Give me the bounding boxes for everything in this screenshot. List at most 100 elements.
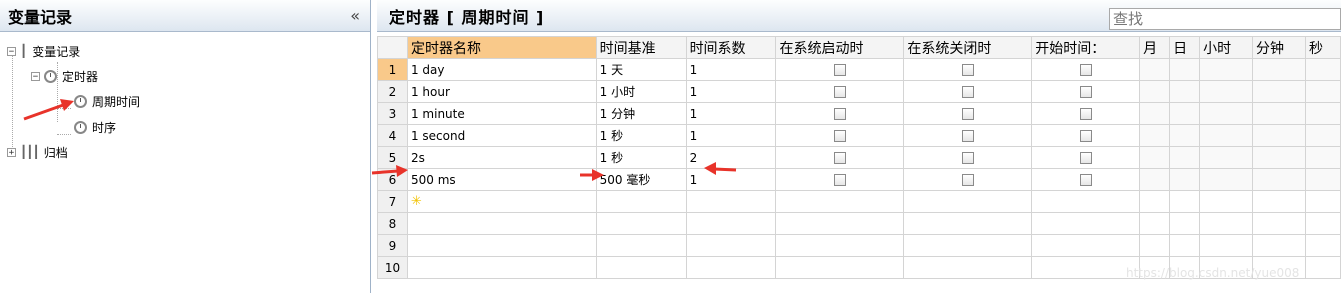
collapse-panel-button[interactable]: «: [350, 6, 360, 25]
empty-cell[interactable]: [595, 256, 687, 279]
empty-cell[interactable]: [685, 234, 777, 257]
minute-cell[interactable]: [1252, 58, 1306, 81]
empty-cell[interactable]: [685, 190, 777, 213]
empty-cell[interactable]: [1304, 212, 1341, 235]
empty-cell[interactable]: [775, 256, 905, 279]
table-row-empty[interactable]: 8: [377, 212, 1341, 235]
empty-cell[interactable]: [1169, 190, 1201, 213]
timer-name-cell[interactable]: 1 day: [406, 58, 597, 81]
column-header-timer-name[interactable]: 定时器名称: [406, 36, 597, 59]
empty-cell[interactable]: [1031, 212, 1141, 235]
new-row-star-icon[interactable]: ✳: [411, 194, 422, 209]
empty-cell[interactable]: [1199, 212, 1254, 235]
on-start-checkbox[interactable]: [833, 64, 846, 76]
empty-cell[interactable]: [685, 212, 777, 235]
collapse-toggle[interactable]: −: [31, 71, 40, 81]
column-header-start-time[interactable]: 开始时间：: [1031, 36, 1141, 59]
day-cell[interactable]: [1169, 58, 1201, 81]
second-cell[interactable]: [1304, 102, 1341, 125]
tree-node-timers[interactable]: − 定时器: [31, 65, 98, 87]
start-time-checkbox[interactable]: [1079, 64, 1092, 76]
empty-cell[interactable]: [406, 256, 597, 279]
table-row[interactable]: 6 500 ms 500 毫秒 1: [377, 168, 1341, 191]
on-start-checkbox[interactable]: [833, 174, 846, 186]
empty-cell[interactable]: [406, 234, 597, 257]
row-number[interactable]: 7: [377, 190, 408, 213]
row-number[interactable]: 5: [377, 146, 408, 169]
empty-cell[interactable]: [1169, 234, 1201, 257]
empty-cell[interactable]: [1304, 234, 1341, 257]
empty-cell[interactable]: [1252, 234, 1306, 257]
start-time-checkbox[interactable]: [1079, 86, 1092, 98]
empty-cell[interactable]: [595, 234, 687, 257]
time-factor-cell[interactable]: 1: [685, 168, 777, 191]
new-row-cell[interactable]: ✳: [406, 190, 597, 213]
empty-cell[interactable]: [1304, 256, 1341, 279]
row-number[interactable]: 9: [377, 234, 408, 257]
column-header-on-start[interactable]: 在系统启动时: [775, 36, 905, 59]
timer-name-cell[interactable]: 1 minute: [406, 102, 597, 125]
empty-cell[interactable]: [1031, 234, 1141, 257]
row-number[interactable]: 2: [377, 80, 408, 103]
empty-cell[interactable]: [595, 212, 687, 235]
timer-name-cell[interactable]: 500 ms: [406, 168, 597, 191]
empty-cell[interactable]: [1139, 234, 1171, 257]
table-row[interactable]: 3 1 minute 1 分钟 1: [377, 102, 1341, 125]
column-header-month[interactable]: 月: [1139, 36, 1171, 59]
on-stop-checkbox[interactable]: [961, 108, 974, 120]
start-time-checkbox[interactable]: [1079, 108, 1092, 120]
row-number[interactable]: 1: [377, 58, 408, 81]
timer-name-cell[interactable]: 2s: [406, 146, 597, 169]
row-number[interactable]: 4: [377, 124, 408, 147]
column-header-second[interactable]: 秒: [1304, 36, 1341, 59]
empty-cell[interactable]: [1169, 212, 1201, 235]
empty-cell[interactable]: [903, 190, 1033, 213]
empty-cell[interactable]: [1139, 190, 1171, 213]
time-base-cell[interactable]: 1 天: [595, 58, 687, 81]
empty-cell[interactable]: [1252, 212, 1306, 235]
second-cell[interactable]: [1304, 58, 1341, 81]
table-row[interactable]: 5 2s 1 秒 2: [377, 146, 1341, 169]
empty-cell[interactable]: [775, 190, 905, 213]
empty-cell[interactable]: [595, 190, 687, 213]
month-cell[interactable]: [1139, 146, 1171, 169]
table-row-new[interactable]: 7 ✳: [377, 190, 1341, 213]
tree-node-archive[interactable]: + ┃┃┃ 归档: [7, 141, 68, 163]
start-time-checkbox[interactable]: [1079, 174, 1092, 186]
tree-node-sequence[interactable]: 时序: [74, 116, 116, 138]
time-base-cell[interactable]: 1 秒: [595, 146, 687, 169]
hour-cell[interactable]: [1199, 124, 1254, 147]
on-stop-checkbox[interactable]: [961, 64, 974, 76]
tree-node-variable-log[interactable]: − ┃ 变量记录: [7, 40, 80, 62]
minute-cell[interactable]: [1252, 124, 1306, 147]
empty-cell[interactable]: [775, 212, 905, 235]
on-stop-checkbox[interactable]: [961, 130, 974, 142]
empty-cell[interactable]: [1252, 190, 1306, 213]
minute-cell[interactable]: [1252, 168, 1306, 191]
month-cell[interactable]: [1139, 80, 1171, 103]
empty-cell[interactable]: [685, 256, 777, 279]
empty-cell[interactable]: [406, 212, 597, 235]
second-cell[interactable]: [1304, 168, 1341, 191]
time-factor-cell[interactable]: 1: [685, 58, 777, 81]
empty-cell[interactable]: [1031, 190, 1141, 213]
row-number[interactable]: 6: [377, 168, 408, 191]
month-cell[interactable]: [1139, 124, 1171, 147]
day-cell[interactable]: [1169, 146, 1201, 169]
time-base-cell[interactable]: 500 毫秒: [595, 168, 687, 191]
table-row[interactable]: 4 1 second 1 秒 1: [377, 124, 1341, 147]
empty-cell[interactable]: [1031, 256, 1141, 279]
empty-cell[interactable]: [1199, 234, 1254, 257]
column-header-minute[interactable]: 分钟: [1252, 36, 1306, 59]
empty-cell[interactable]: [1139, 212, 1171, 235]
day-cell[interactable]: [1169, 102, 1201, 125]
time-base-cell[interactable]: 1 分钟: [595, 102, 687, 125]
table-row[interactable]: 1 1 day 1 天 1: [377, 58, 1341, 81]
minute-cell[interactable]: [1252, 102, 1306, 125]
empty-cell[interactable]: [903, 256, 1033, 279]
hour-cell[interactable]: [1199, 168, 1254, 191]
expand-toggle[interactable]: +: [7, 147, 16, 157]
start-time-checkbox[interactable]: [1079, 130, 1092, 142]
hour-cell[interactable]: [1199, 80, 1254, 103]
column-header-hour[interactable]: 小时: [1199, 36, 1254, 59]
